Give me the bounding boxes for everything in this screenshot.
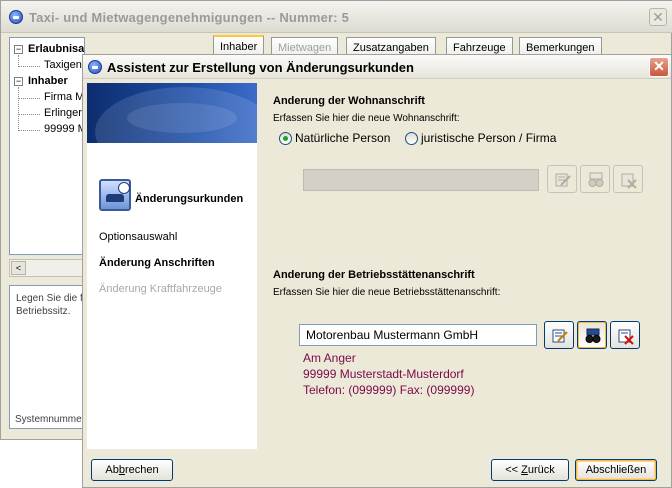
background-title-bar[interactable]: Taxi- und Mietwagengenehmigungen -- Numm…	[1, 1, 672, 33]
background-window-title: Taxi- und Mietwagengenehmigungen -- Numm…	[29, 10, 350, 25]
cancel-button[interactable]: Abbrechen	[91, 459, 173, 481]
tree-view[interactable]: − Erlaubnisart Taxigen − Inhaber Firma M…	[9, 37, 85, 255]
wohnanschrift-title: Anderung der Wohnanschrift	[273, 95, 425, 107]
app-icon	[9, 10, 23, 24]
dialog-title: Assistent zur Erstellung von Änderungsur…	[107, 60, 414, 75]
edit-icon	[552, 329, 568, 343]
background-close-icon[interactable]: ✕	[649, 8, 667, 26]
wohnanschrift-field	[303, 169, 539, 191]
radio-natural-indicator[interactable]	[279, 132, 292, 145]
delete-betrieb-button[interactable]	[610, 321, 640, 349]
step-aenderung-kraftfahrzeuge: Änderung Kraftfahrzeuge	[99, 283, 222, 295]
wohnanschrift-subtitle: Erfassen Sie hier die neue Wohnanschrift…	[273, 113, 460, 124]
tree-item-taxigen[interactable]: Taxigen	[44, 59, 82, 71]
edit-betrieb-button[interactable]	[544, 321, 574, 349]
binoculars-icon	[588, 172, 604, 187]
binoculars-icon	[585, 328, 601, 343]
sidebar-heading: Änderungsurkunden	[135, 193, 244, 205]
step-aenderung-anschriften: Änderung Anschriften	[99, 257, 215, 269]
scroll-left-icon[interactable]: <	[11, 261, 26, 275]
delete-wohn-button	[613, 165, 643, 193]
edit-wohn-button	[547, 165, 577, 193]
betriebsstaette-subtitle: Erfassen Sie hier die neue Betriebsstätt…	[273, 287, 501, 298]
step-optionsauswahl: Optionsauswahl	[99, 231, 178, 243]
search-betrieb-button[interactable]	[577, 321, 607, 349]
info-panel: Legen Sie die fest. Erfasser ggf. den Ve…	[9, 285, 85, 429]
edit-icon	[555, 173, 571, 187]
dialog-app-icon	[88, 60, 102, 74]
wizard-content: Anderung der Wohnanschrift Erfassen Sie …	[259, 83, 669, 449]
wizard-sidebar: Änderungsurkunden Optionsauswahl Änderun…	[87, 83, 257, 449]
dialog-close-icon[interactable]: ✕	[649, 57, 669, 77]
search-wohn-button	[580, 165, 610, 193]
dialog-title-bar[interactable]: Assistent zur Erstellung von Änderungsur…	[83, 55, 671, 79]
address-line-street: Am Anger	[303, 351, 356, 365]
finish-button[interactable]: Abschließen	[575, 459, 657, 481]
collapse-icon[interactable]: −	[14, 45, 23, 54]
betriebsstaette-title: Anderung der Betriebsstättenanschrift	[273, 269, 475, 281]
address-line-city: 99999 Musterstadt-Musterdorf	[303, 367, 464, 381]
tree-item-erlinger[interactable]: Erlingerv	[44, 107, 84, 119]
system-number-label: Systemnumme	[15, 414, 82, 425]
delete-icon	[621, 173, 637, 189]
collapse-icon[interactable]: −	[14, 77, 23, 86]
tree-item-inhaber[interactable]: Inhaber	[28, 75, 68, 87]
back-button[interactable]: << Zurück	[491, 459, 569, 481]
wizard-dialog: Assistent zur Erstellung von Änderungsur…	[82, 54, 672, 488]
betriebsstaette-field[interactable]: Motorenbau Mustermann GmbH	[299, 324, 537, 346]
certificate-car-icon	[99, 179, 131, 211]
tree-item-firma[interactable]: Firma M	[44, 91, 84, 103]
address-line-phone: Telefon: (099999) Fax: (099999)	[303, 383, 475, 397]
radio-legal-indicator[interactable]	[405, 132, 418, 145]
sidebar-banner	[87, 83, 257, 143]
tree-item-erlaubnisart[interactable]: Erlaubnisart	[28, 43, 84, 55]
delete-icon	[618, 329, 634, 345]
tree-horizontal-scrollbar[interactable]: <	[9, 259, 85, 277]
tree-item-plz[interactable]: 99999 M	[44, 123, 84, 135]
info-text: Legen Sie die fest. Erfasser ggf. den Ve…	[16, 293, 84, 317]
